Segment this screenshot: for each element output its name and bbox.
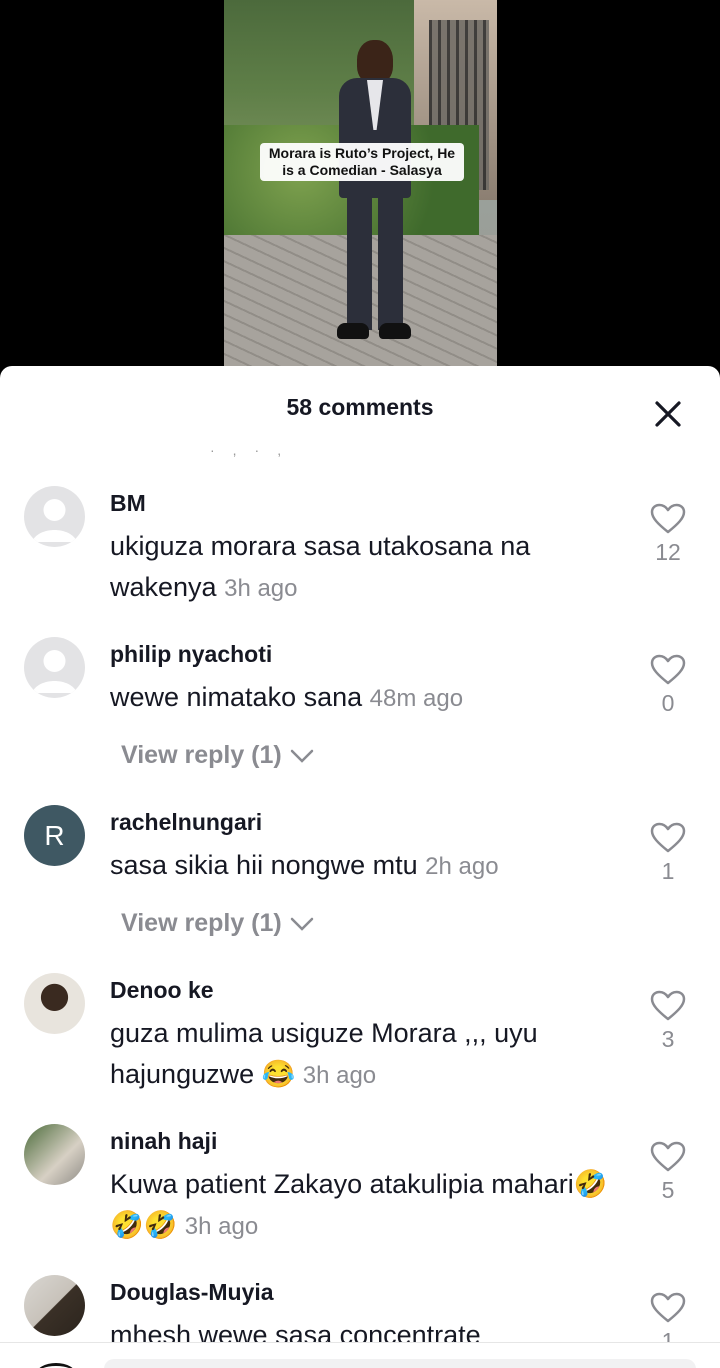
like-button[interactable]: 1 [648,822,688,885]
avatar[interactable] [24,1275,85,1336]
comments-header: 58 comments [0,366,720,444]
comment-time: 3h ago [184,1213,259,1240]
avatar[interactable] [24,1124,85,1185]
comment-username[interactable]: BM [110,490,146,517]
comment-text: ukiguza morara sasa utakosana na wakenya… [110,531,531,602]
comment-time: 2h ago [425,853,499,880]
heart-outline-icon [650,1292,686,1323]
comment-username[interactable]: Douglas-Muyia [110,1279,274,1306]
like-button[interactable]: 0 [648,654,688,717]
comment-input-bar [0,1342,720,1368]
like-button[interactable]: 5 [648,1141,688,1204]
comment-text: wewe nimatako sana 48m ago [110,682,464,712]
comment-text: guza mulima usiguze Morara ,,, uyu hajun… [110,1018,538,1089]
comment-username[interactable]: ninah haji [110,1128,217,1155]
heart-outline-icon [650,503,686,534]
comment-username[interactable]: Denoo ke [110,977,214,1004]
like-count: 5 [661,1177,675,1203]
default-avatar-icon [32,650,77,693]
video-caption: Morara is Ruto’s Project, He is a Comedi… [260,143,464,181]
like-count: 0 [661,690,675,716]
comment-text: sasa sikia hii nongwe mtu 2h ago [110,850,499,880]
view-replies-button[interactable]: View reply (1) [121,741,315,770]
view-replies-button[interactable]: View reply (1) [121,909,315,938]
default-avatar-icon [32,499,77,542]
current-user-avatar [36,1363,76,1368]
video-player[interactable]: Morara is Ruto’s Project, He is a Comedi… [224,0,497,366]
comment-time: 3h ago [224,575,298,602]
like-button[interactable]: 12 [648,503,688,566]
avatar[interactable] [24,637,85,698]
heart-outline-icon [650,1141,686,1172]
avatar[interactable] [24,973,85,1034]
avatar[interactable] [24,486,85,547]
avatar[interactable]: R [24,805,85,866]
heart-outline-icon [650,990,686,1021]
video-person [337,40,411,340]
comment-text: Kuwa patient Zakayo atakulipia mahari🤣🤣🤣… [110,1169,608,1240]
like-count: 12 [655,539,681,565]
close-button[interactable] [648,394,688,434]
heart-outline-icon [650,654,686,685]
comment-time: 3h ago [302,1062,377,1089]
comment-username[interactable]: philip nyachoti [110,641,272,668]
close-icon [655,401,681,427]
like-count: 3 [661,1026,675,1052]
truncated-comment-remnant: ·,·, [210,442,300,458]
comment-username[interactable]: rachelnungari [110,809,262,836]
like-button[interactable]: 3 [648,990,688,1053]
like-count: 1 [661,858,675,884]
chevron-down-icon [290,750,313,764]
comment-time: 48m ago [369,685,464,712]
heart-outline-icon [650,822,686,853]
comments-sheet: 58 comments ·,·, BM ukiguza morara sasa … [0,366,720,1368]
chevron-down-icon [290,918,313,932]
comments-count-title: 58 comments [286,394,434,420]
add-comment-input[interactable] [104,1359,696,1368]
